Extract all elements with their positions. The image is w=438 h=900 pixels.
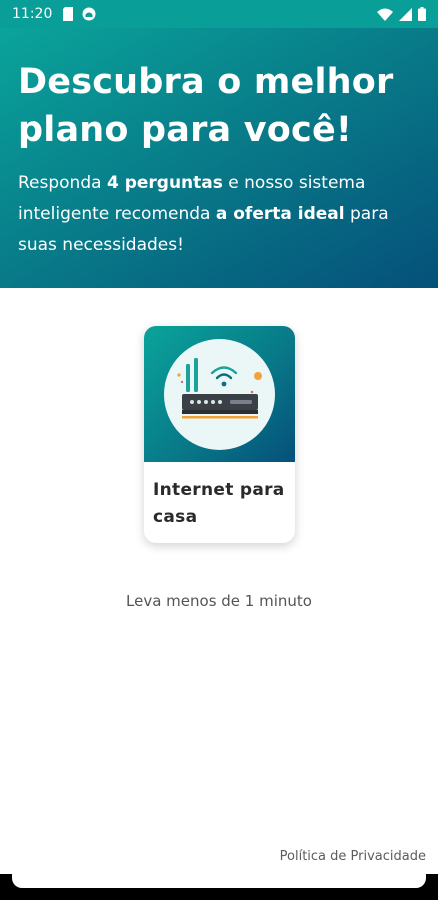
status-time: 11:20 [12,6,53,22]
wifi-router-icon [176,358,262,419]
status-right-icons [377,7,426,21]
status-bar: 11:20 [0,0,438,28]
time-estimate-note: Leva menos de 1 minuto [126,592,312,610]
sd-card-icon [63,7,74,21]
status-left-icons [62,7,96,21]
app-notification-icon [82,7,96,21]
hero-subtitle-bold-2: a oferta ideal [215,204,345,224]
hero-banner: Descubra o melhor plano para você! Respo… [0,28,438,288]
privacy-policy-link[interactable]: Política de Privacidade [280,849,426,864]
card-label: Internet para casa [153,480,285,527]
cell-signal-icon [399,7,412,21]
card-image [144,326,295,462]
wifi-icon [377,8,393,21]
hero-subtitle: Responda 4 perguntas e nosso sistema int… [18,168,423,261]
system-nav-bar [0,874,438,900]
internet-para-casa-card[interactable]: Internet para casa [144,326,295,543]
card-image-circle [164,338,275,450]
hero-subtitle-bold-1: 4 perguntas [106,173,223,193]
hero-subtitle-text-1: Responda [18,173,107,193]
gesture-handle[interactable] [12,874,426,888]
battery-icon [418,7,426,21]
hero-title: Descubra o melhor plano para você! [18,62,394,150]
